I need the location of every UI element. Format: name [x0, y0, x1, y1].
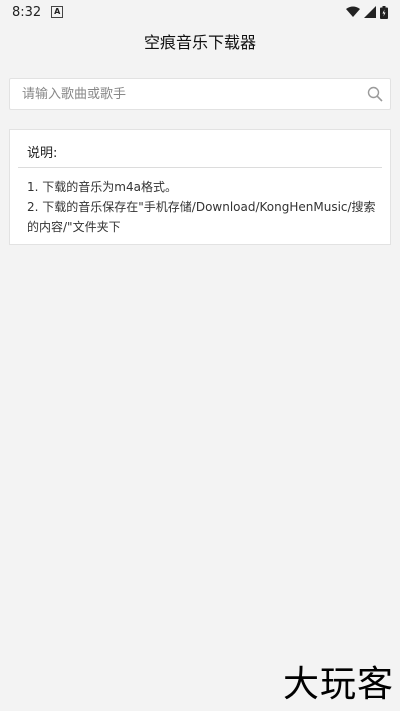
notification-app-icon: A [51, 6, 64, 18]
app-bar: 空痕音乐下载器 [0, 24, 400, 58]
search-icon[interactable] [366, 85, 384, 103]
status-right [346, 5, 388, 19]
status-time: 8:32 [12, 4, 42, 20]
status-bar: 8:32 A [0, 0, 400, 24]
instructions-title: 说明: [27, 146, 58, 161]
status-left: 8:32 A [12, 4, 64, 20]
divider [18, 167, 382, 168]
watermark-logo: 大玩客 [282, 664, 394, 705]
instructions-card: 说明: 1. 下载的音乐为m4a格式。 2. 下载的音乐保存在"手机存储/Dow… [9, 129, 391, 245]
instruction-item: 2. 下载的音乐保存在"手机存储/Download/KongHenMusic/搜… [27, 200, 376, 234]
search-box[interactable] [9, 78, 391, 110]
search-input[interactable] [20, 85, 366, 103]
instructions-body: 1. 下载的音乐为m4a格式。 2. 下载的音乐保存在"手机存储/Downloa… [27, 177, 379, 237]
wifi-icon [346, 6, 360, 18]
instruction-item: 1. 下载的音乐为m4a格式。 [27, 180, 177, 194]
battery-icon [380, 5, 388, 19]
signal-icon [364, 6, 376, 18]
page-title: 空痕音乐下载器 [143, 33, 256, 52]
